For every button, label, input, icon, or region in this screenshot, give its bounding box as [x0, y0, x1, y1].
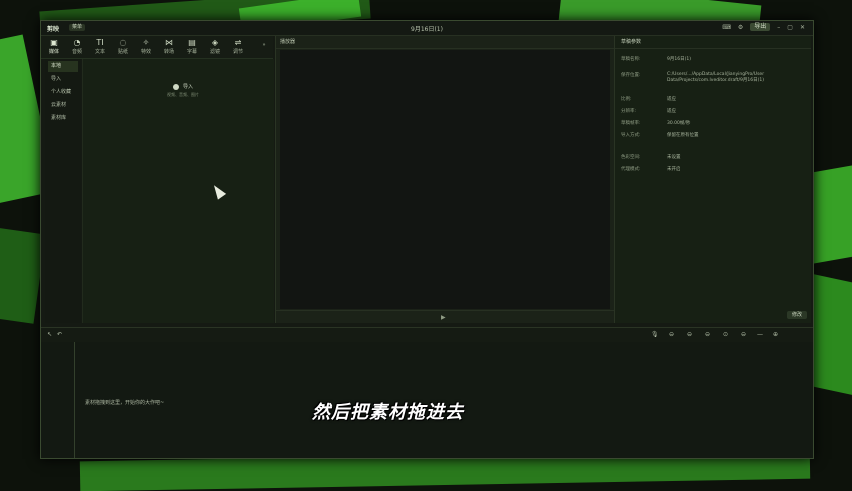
- tool-adjust[interactable]: ⇌ 调节: [227, 38, 249, 55]
- prop-value: 适应: [667, 109, 676, 114]
- sidebar-item-library[interactable]: 素材库: [48, 113, 78, 124]
- prop-value: 保留在原有位置: [667, 133, 699, 138]
- modify-button[interactable]: 修改: [786, 311, 807, 319]
- tool-caption[interactable]: ▤ 字幕: [181, 38, 203, 55]
- text-icon: TI: [96, 38, 104, 47]
- draft-properties-panel: 草稿参数 草稿名称: 9月16日(1) 保存位置: C:/Users/.../A…: [615, 36, 811, 323]
- resource-toolbar: ▣ 媒体 ◔ 音频 TI 文本 ◌ 贴纸 ✧ 特效 ⋈ 转场 ▤ 字幕 ◈ 滤镜 ⇌ 调节 »: [41, 36, 273, 59]
- media-icon: ▣: [50, 38, 58, 47]
- sidebar-item-import[interactable]: 导入: [48, 74, 78, 85]
- caption-icon: ▤: [188, 38, 196, 47]
- snap-icon[interactable]: ⊖: [687, 331, 692, 338]
- prop-value: 9月16日(1): [667, 57, 691, 62]
- media-sidebar: 本地 导入 个人收藏 云素材 素材库: [45, 59, 81, 323]
- tool-audio[interactable]: ◔ 音频: [66, 38, 88, 55]
- prop-key: 分辨率:: [621, 109, 637, 114]
- editor-window: 剪映 菜单 9月16日(1) ⌨ ⚙ 导出 – ▢ ✕ ▣ 媒体 ◔ 音频 TI 文本…: [40, 20, 814, 459]
- zoom-out-icon[interactable]: ⊖: [741, 331, 746, 338]
- timeline-toolbar: ↖ ↶ 🎙 ⊖ ⊖ ⊖ ⊙ ⊖ — ⊕: [41, 327, 813, 343]
- minimize-icon[interactable]: –: [777, 24, 780, 31]
- playhead[interactable]: [74, 342, 75, 458]
- prop-value[interactable]: 未开启: [667, 166, 807, 172]
- import-button[interactable]: 导入 视频、音频、图片: [163, 83, 203, 98]
- prop-key: 保存位置:: [621, 73, 641, 78]
- prop-key: 导入方式:: [621, 133, 641, 138]
- prop-value[interactable]: 未设置: [667, 154, 807, 160]
- select-cursor-icon[interactable]: ↖: [47, 331, 52, 338]
- prop-value: 适应: [667, 97, 676, 102]
- tool-media[interactable]: ▣ 媒体: [43, 38, 65, 55]
- player-panel: 播放器 ▶: [275, 36, 615, 323]
- player-controls: ▶: [276, 310, 614, 323]
- media-panel: 导入 视频、音频、图片: [82, 59, 274, 323]
- tool-filter[interactable]: ◈ 滤镜: [204, 38, 226, 55]
- undo-icon[interactable]: ↶: [57, 331, 62, 338]
- zoom-slider[interactable]: —: [757, 331, 763, 338]
- filter-icon: ◈: [211, 38, 219, 47]
- settings-icon[interactable]: ⚙: [738, 24, 743, 31]
- export-button[interactable]: 导出: [750, 23, 771, 31]
- play-icon[interactable]: ▶: [441, 314, 446, 321]
- title-bar: 剪映 菜单 9月16日(1) ⌨ ⚙ 导出 – ▢ ✕: [41, 21, 813, 36]
- effects-icon: ✧: [142, 38, 150, 47]
- close-icon[interactable]: ✕: [800, 24, 805, 31]
- sidebar-item-favorites[interactable]: 个人收藏: [48, 87, 78, 98]
- tool-transition[interactable]: ⋈ 转场: [158, 38, 180, 55]
- zoom-in-icon[interactable]: ⊕: [773, 331, 778, 338]
- maximize-icon[interactable]: ▢: [787, 24, 793, 31]
- tool-text[interactable]: TI 文本: [89, 38, 111, 55]
- timeline-empty-hint: 素材拖拽到这里，开始你的大作吧~: [85, 400, 165, 406]
- prop-value: 30.00帧/秒: [667, 121, 691, 126]
- tool-effects[interactable]: ✧ 特效: [135, 38, 157, 55]
- prop-key: 色彩空间:: [621, 155, 641, 160]
- adjust-icon: ⇌: [234, 38, 242, 47]
- prop-key: 代理模式:: [621, 167, 641, 172]
- link-icon[interactable]: ⊖: [669, 331, 674, 338]
- microphone-icon[interactable]: 🎙: [651, 331, 659, 338]
- prop-key: 比例:: [621, 97, 632, 102]
- preview-canvas: [280, 50, 610, 309]
- eye-icon[interactable]: ⊙: [723, 331, 728, 338]
- chevron-right-icon[interactable]: »: [253, 42, 275, 48]
- props-title: 草稿参数: [615, 36, 811, 49]
- tool-sticker[interactable]: ◌ 贴纸: [112, 38, 134, 55]
- prop-key: 草稿名称:: [621, 57, 641, 62]
- prop-value: C:/Users/.../AppData/Local/JianyingPro/U…: [667, 72, 765, 83]
- mouse-cursor-icon: [209, 182, 227, 200]
- video-caption: 然后把素材拖进去: [312, 402, 464, 423]
- document-title: 9月16日(1): [411, 26, 443, 33]
- preview-axis-icon[interactable]: ⊖: [705, 331, 710, 338]
- audio-icon: ◔: [73, 38, 81, 47]
- transition-icon: ⋈: [165, 38, 173, 47]
- plus-icon: [173, 83, 180, 90]
- sidebar-item-local[interactable]: 本地: [48, 61, 78, 72]
- shortcut-icon[interactable]: ⌨: [722, 24, 731, 31]
- sticker-icon: ◌: [119, 38, 127, 47]
- player-title: 播放器: [276, 36, 614, 49]
- sidebar-item-cloud[interactable]: 云素材: [48, 100, 78, 111]
- prop-key: 草稿帧率:: [621, 121, 641, 126]
